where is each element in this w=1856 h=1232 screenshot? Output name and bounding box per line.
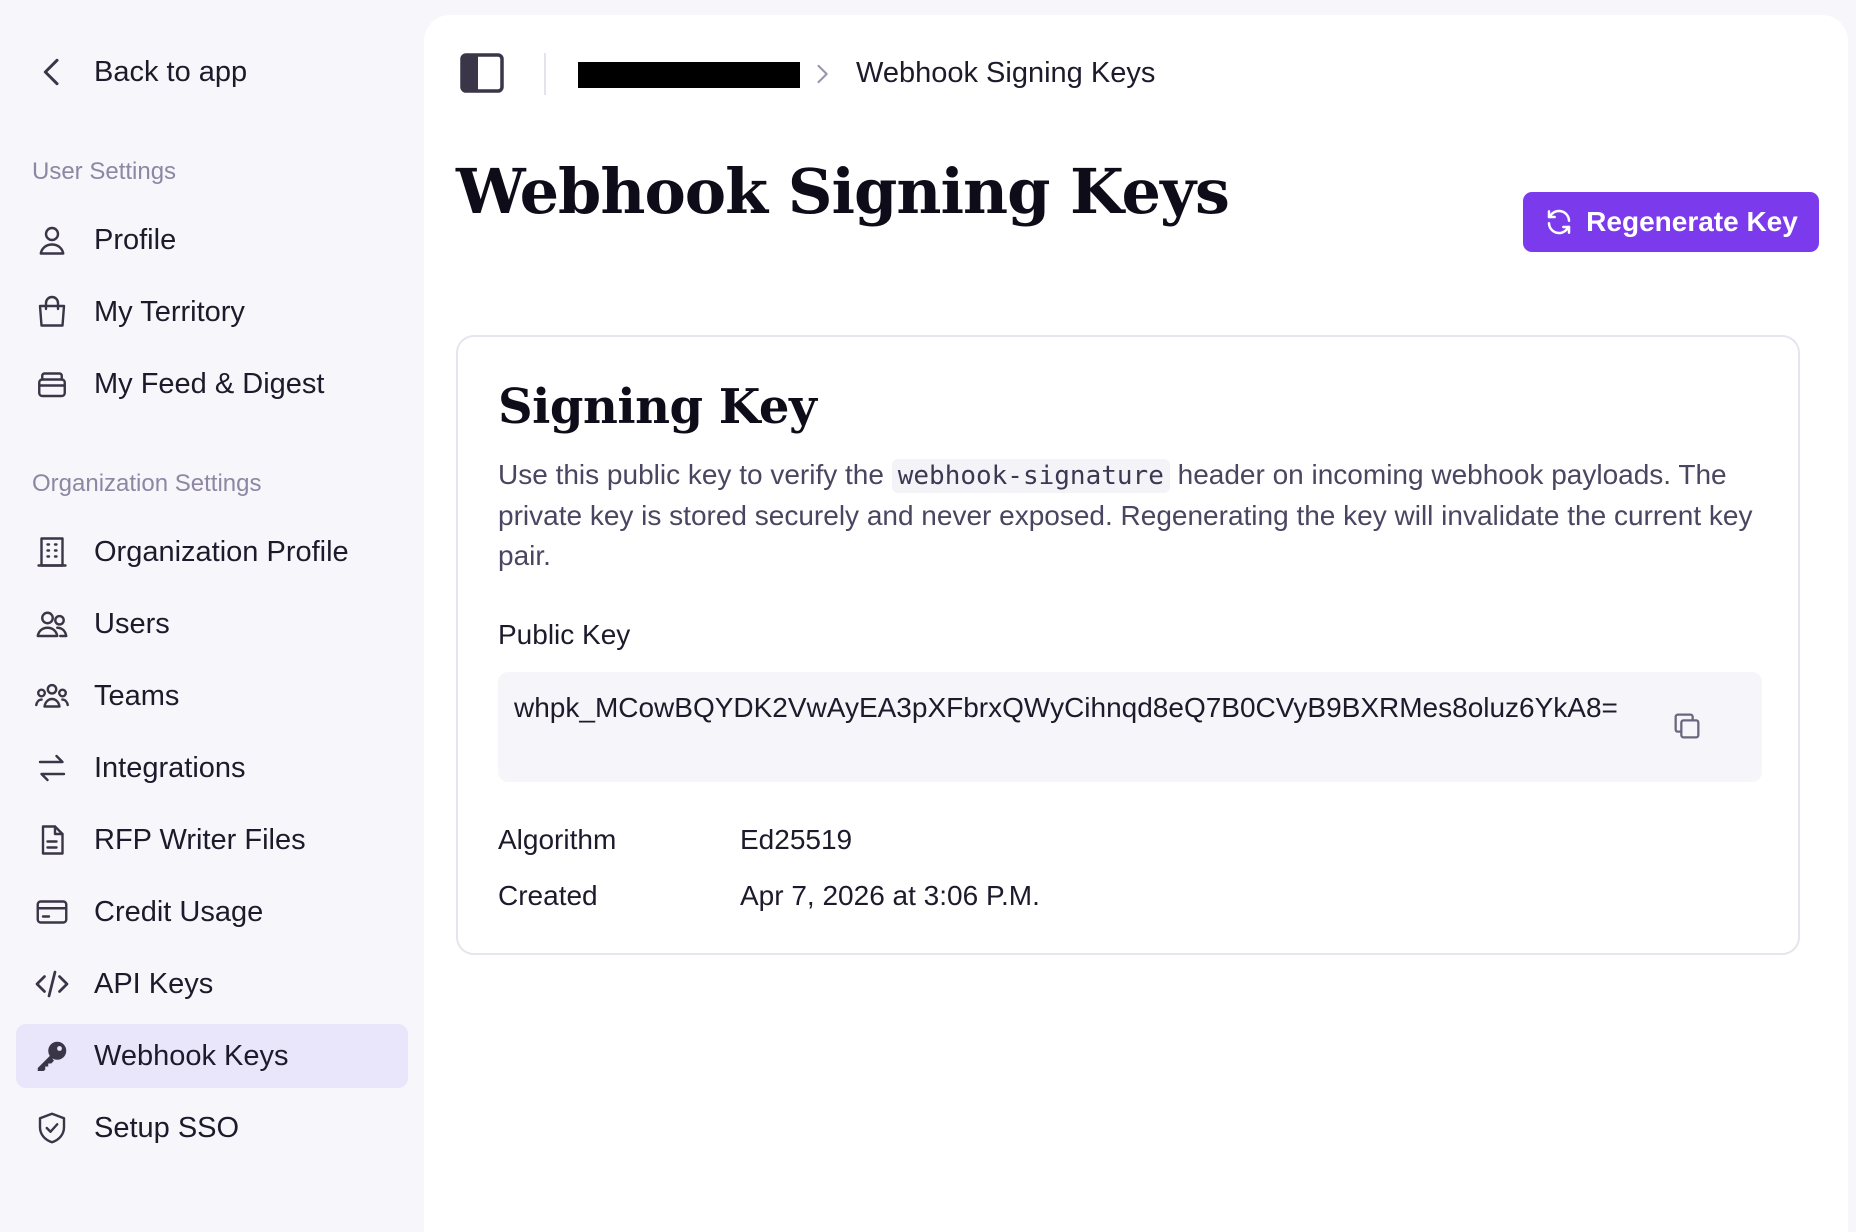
sidebar-item-teams[interactable]: Teams — [16, 664, 408, 728]
arrows-exchange-icon — [32, 748, 72, 788]
refresh-icon — [1547, 209, 1571, 235]
sidebar-item-credit-usage[interactable]: Credit Usage — [16, 880, 408, 944]
chevron-left-icon — [43, 58, 59, 86]
sidebar-item-my-feed-digest[interactable]: My Feed & Digest — [16, 352, 408, 416]
settings-sidebar: Back to app User Settings Profile My Ter… — [0, 0, 424, 1232]
building-icon — [32, 532, 72, 572]
algorithm-value: Ed25519 — [740, 824, 853, 855]
sidebar-item-organization-profile[interactable]: Organization Profile — [16, 520, 408, 584]
sidebar-toggle-button[interactable] — [460, 53, 504, 93]
sidebar-item-label: Setup SSO — [94, 1111, 240, 1144]
regenerate-key-button[interactable]: Regenerate Key — [1523, 192, 1819, 252]
code-icon — [32, 964, 72, 1004]
users-icon — [32, 604, 72, 644]
sidebar-item-api-keys[interactable]: API Keys — [16, 952, 408, 1016]
panel-left-icon — [460, 53, 504, 93]
card-title: Signing Key — [498, 379, 817, 435]
card-description: Use this public key to verify the webhoo… — [498, 455, 1758, 576]
sidebar-item-label: Credit Usage — [94, 895, 264, 928]
sidebar-item-rfp-writer-files[interactable]: RFP Writer Files — [16, 808, 408, 872]
sidebar-item-users[interactable]: Users — [16, 592, 408, 656]
sidebar-item-profile[interactable]: Profile — [16, 208, 408, 272]
sidebar-item-integrations[interactable]: Integrations — [16, 736, 408, 800]
public-key-box: whpk_MCowBQYDK2VwAyEA3pXFbrxQWyCihnqd8eQ… — [498, 672, 1762, 782]
main-panel: Webhook Signing Keys Webhook Signing Key… — [424, 15, 1848, 1232]
public-key-label: Public Key — [498, 619, 631, 650]
created-label: Created — [498, 880, 598, 911]
breadcrumb-current: Webhook Signing Keys — [856, 57, 1156, 89]
shopping-bag-icon — [32, 292, 72, 332]
sidebar-item-webhook-keys[interactable]: Webhook Keys — [16, 1024, 408, 1088]
created-value: Apr 7, 2026 at 3:06 P.M. — [740, 880, 1040, 911]
document-icon — [32, 820, 72, 860]
teams-icon — [32, 676, 72, 716]
sidebar-item-label: API Keys — [94, 967, 214, 1000]
top-bar: Webhook Signing Keys — [424, 15, 1848, 135]
public-key-value[interactable]: whpk_MCowBQYDK2VwAyEA3pXFbrxQWyCihnqd8eQ… — [514, 688, 1654, 728]
sidebar-item-my-territory[interactable]: My Territory — [16, 280, 408, 344]
back-to-app-link[interactable]: Back to app — [32, 50, 247, 94]
back-to-app-label: Back to app — [94, 55, 248, 88]
key-icon — [32, 1036, 72, 1076]
user-icon — [32, 220, 72, 260]
shield-check-icon — [32, 1108, 72, 1148]
sidebar-item-label: RFP Writer Files — [94, 823, 306, 856]
sidebar-item-label: Organization Profile — [94, 535, 349, 568]
sidebar-item-setup-sso[interactable]: Setup SSO — [16, 1096, 408, 1160]
sidebar-item-label: Profile — [94, 223, 177, 256]
inbox-stack-icon — [32, 364, 72, 404]
sidebar-item-label: My Feed & Digest — [94, 367, 325, 400]
sidebar-item-label: Integrations — [94, 751, 246, 784]
sidebar-item-label: Teams — [94, 679, 180, 712]
copy-button[interactable] — [1670, 709, 1704, 743]
page-title: Webhook Signing Keys — [456, 155, 1230, 228]
signing-key-card: Signing Key Use this public key to verif… — [456, 335, 1800, 955]
chevron-right-icon — [808, 59, 836, 89]
description-text-start: Use this public key to verify the — [498, 459, 892, 490]
organization-settings-heading: Organization Settings — [32, 470, 262, 497]
breadcrumb-redacted-segment[interactable] — [578, 62, 800, 88]
user-settings-heading: User Settings — [32, 158, 177, 185]
sidebar-item-label: Webhook Keys — [94, 1039, 289, 1072]
header-name-code: webhook-signature — [891, 459, 1170, 493]
regenerate-key-label: Regenerate Key — [1586, 206, 1798, 237]
copy-icon — [1674, 713, 1700, 739]
sidebar-item-label: My Territory — [94, 295, 245, 328]
topbar-divider — [544, 53, 546, 95]
sidebar-item-label: Users — [94, 607, 170, 640]
algorithm-label: Algorithm — [498, 824, 617, 855]
credit-card-icon — [32, 892, 72, 932]
app-root: Back to app User Settings Profile My Ter… — [0, 0, 1856, 1232]
